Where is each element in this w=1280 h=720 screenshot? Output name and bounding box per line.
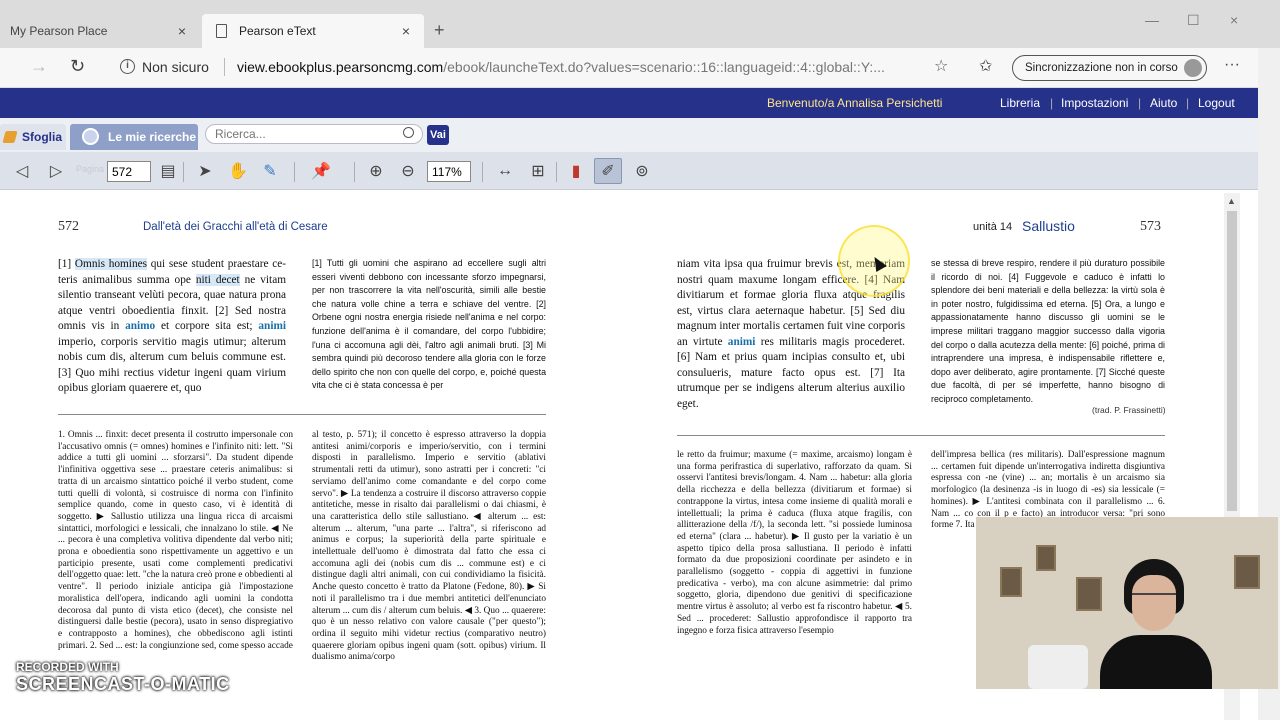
close-icon[interactable]: × [398,23,414,39]
scroll-up-icon[interactable]: ▲ [1227,196,1236,206]
toolbar-divider [294,162,295,182]
sync-label: Sincronizzazione non in corso [1025,62,1178,74]
page-number-input[interactable] [107,161,151,182]
notes-divider [58,414,546,415]
watermark-line-1: RECORDED WITH [16,660,119,674]
minimize-icon[interactable]: — [1145,12,1159,28]
tab-my-pearson-place[interactable]: My Pearson Place × [0,14,200,48]
tab-label: Le mie ricerche [108,130,197,144]
page-list-icon[interactable]: ▤ [156,160,180,182]
presenter [1100,559,1228,689]
left-running-head: Dall'età dei Gracchi all'età di Cesare [143,221,328,233]
glasses-icon [1132,593,1176,603]
nav-libreria[interactable]: Libreria [1000,96,1040,110]
favorites-list-icon[interactable]: ✩ [979,56,992,76]
nav-separator: | [1138,96,1142,110]
reader-toolbar: ◁ ▷ Pagina ▤ ➤ ✋ ✎ 📌 ⊕ ⊖ ↔ ⊞ ▮ ✐ ⊚ [0,152,1258,190]
left-latin-text: [1] Omnis homines qui sese student praes… [58,258,287,394]
wall-picture [1036,545,1056,571]
forward-arrow-icon[interactable]: → [30,56,48,77]
favorite-star-icon[interactable]: ☆ [934,56,948,76]
scrollbar-thumb[interactable] [1227,211,1237,511]
tab-title: Pearson eText [239,24,316,38]
notes-divider [677,435,1165,436]
url-field[interactable]: view.ebookplus.pearsoncmg.com/ebook/laun… [237,59,927,75]
webcam-overlay [976,517,1278,689]
next-page-icon[interactable]: ▷ [44,160,68,182]
right-translation: se stessa di breve respiro, rendere il p… [931,258,1165,404]
hand-tool-icon[interactable]: ✋ [226,160,250,182]
right-page-number: 573 [1140,219,1161,234]
toolbar-divider [482,162,483,182]
toolbar-divider [183,162,184,182]
vai-button[interactable]: Vai [427,125,449,145]
toolbar-divider [556,162,557,182]
document-icon [216,24,227,38]
maximize-icon[interactable]: ☐ [1187,12,1200,29]
magnifier-icon [82,128,99,145]
book-icon [2,131,18,143]
close-icon[interactable]: × [174,23,190,39]
pin-note-icon[interactable]: 📌 [309,160,333,182]
left-page-number: 572 [58,219,79,234]
nav-impostazioni[interactable]: Impostazioni [1061,96,1128,110]
reload-icon[interactable]: ↻ [70,56,85,77]
nav-separator: | [1186,96,1190,110]
wall-picture [1076,577,1102,611]
nav-separator: | [1050,96,1054,110]
wall-picture [1000,567,1022,597]
fit-page-icon[interactable]: ⊞ [526,160,550,182]
nav-aiuto[interactable]: Aiuto [1150,96,1177,110]
new-tab-button[interactable]: + [434,20,445,41]
bookmark-icon[interactable]: ▮ [564,160,588,182]
right-notes-column-1: le retto da fruimur; maxume (= maxime, a… [677,450,912,636]
media-tool-icon[interactable]: ⊚ [630,160,654,182]
url-host: view.ebookplus.pearsoncmg.com [237,59,444,75]
previous-page-icon[interactable]: ◁ [10,160,34,182]
presenter-face [1132,575,1176,631]
zoom-in-icon[interactable]: ⊕ [364,160,388,182]
unit-name: Sallustio [1022,218,1075,234]
sync-button[interactable]: Sincronizzazione non in corso [1012,55,1207,81]
tab-le-mie-ricerche[interactable]: Le mie ricerche [70,124,198,150]
highlighter-icon[interactable]: ✎ [258,160,282,182]
info-icon[interactable]: i [120,59,135,74]
url-divider [224,58,225,76]
tab-pearson-etext[interactable]: Pearson eText × [202,14,424,48]
translation-attribution: (trad. P. Frassinetti) [1092,405,1166,415]
screen: My Pearson Place × Pearson eText × + — ☐… [0,0,1280,720]
tab-sfoglia[interactable]: Sfoglia [0,124,66,150]
nav-logout[interactable]: Logout [1198,96,1235,110]
zoom-level-input[interactable] [427,161,471,182]
pointer-tool-icon[interactable]: ➤ [193,160,217,182]
fit-width-icon[interactable]: ↔ [493,160,517,182]
zoom-out-icon[interactable]: ⊖ [396,160,420,182]
welcome-text: Benvenuto/a Annalisa Persichetti [767,96,943,110]
security-status[interactable]: Non sicuro [142,59,209,75]
search-toolbar: Sfoglia Le mie ricerche Vai [0,118,1258,152]
wall-picture [1234,555,1260,589]
toolbar-divider [354,162,355,182]
tab-title: My Pearson Place [10,24,108,38]
window-close-icon[interactable]: × [1230,12,1238,28]
unit-label: unità 14 [973,221,1013,233]
site-header: Benvenuto/a Annalisa Persichetti Libreri… [0,88,1258,118]
sofa [1028,645,1088,689]
left-notes-column-2: al testo, p. 571); il concetto è espress… [312,430,546,663]
page-label: Pagina [76,164,105,174]
profile-avatar [1184,59,1202,77]
left-translation: [1] Tutti gli uomini che aspirano ad ecc… [312,258,546,391]
browser-tabstrip: My Pearson Place × Pearson eText × + — ☐… [0,0,1280,48]
search-icon[interactable] [403,127,414,138]
watermark-line-2: SCREENCAST-O-MATIC [16,674,230,694]
tab-label: Sfoglia [22,130,63,144]
address-bar: → ↻ i Non sicuro view.ebookplus.pearsonc… [0,48,1258,88]
link-tool-icon[interactable]: ✐ [594,158,622,184]
browser-menu-icon[interactable]: ··· [1224,56,1240,74]
search-input[interactable] [205,124,423,144]
screencast-watermark: RECORDED WITH SCREENCAST-O-MATIC [16,660,230,695]
url-path: /ebook/launcheText.do?values=scenario::1… [443,59,885,75]
presenter-body [1100,635,1212,689]
